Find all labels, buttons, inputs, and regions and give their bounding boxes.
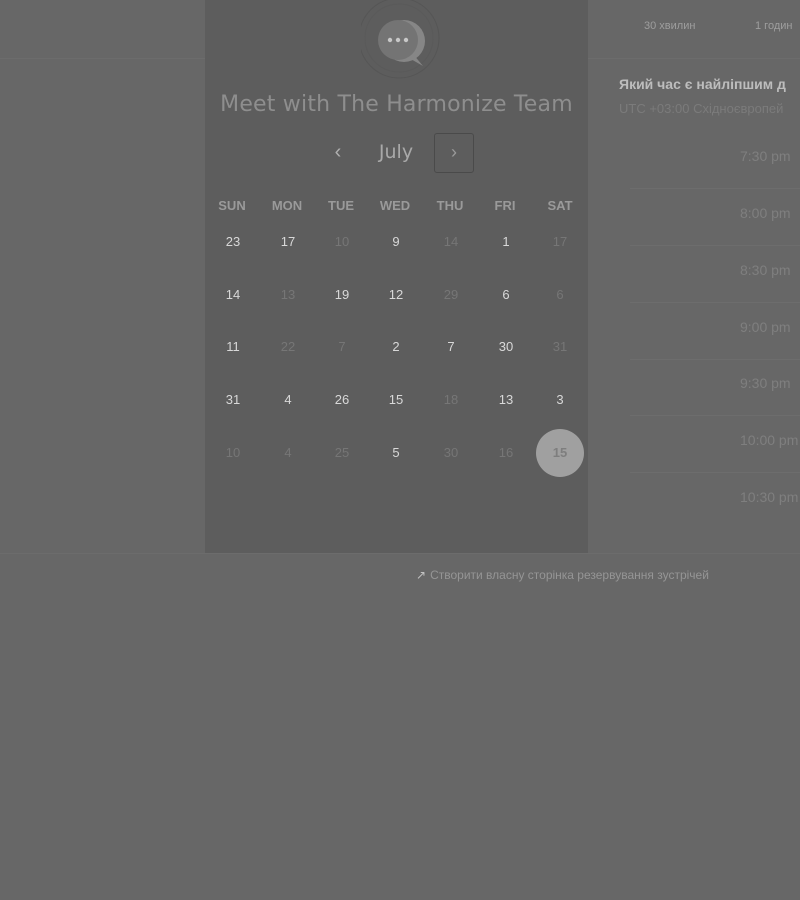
calendar-day[interactable]: 26: [322, 390, 362, 410]
calendar-day[interactable]: 15: [376, 390, 416, 410]
calendar-day[interactable]: 10: [213, 443, 253, 463]
create-booking-page-text: Створити власну сторінка резервування зу…: [430, 568, 709, 582]
page-title: Meet with The Harmonize Team: [220, 92, 573, 117]
slot-divider: [630, 188, 800, 189]
slot-divider: [630, 472, 800, 473]
slot-divider: [630, 415, 800, 416]
weekday-label: WED: [379, 198, 411, 213]
weekday-label: TUE: [328, 198, 354, 213]
weekday-label: FRI: [494, 198, 516, 213]
chat-bubble-icon: [361, 0, 443, 82]
next-month-button[interactable]: ›: [434, 133, 474, 173]
calendar-day[interactable]: 6: [540, 285, 580, 305]
calendar-day[interactable]: 11: [213, 337, 253, 357]
weekday-label: SUN: [218, 198, 246, 213]
calendar-day[interactable]: 7: [322, 337, 362, 357]
time-slot[interactable]: 10:30 pm: [740, 489, 798, 505]
slot-divider: [630, 302, 800, 303]
calendar-day[interactable]: 4: [268, 390, 308, 410]
previous-month-button[interactable]: ‹: [325, 140, 351, 166]
calendar-day[interactable]: 13: [268, 285, 308, 305]
time-slot[interactable]: 8:30 pm: [740, 262, 791, 278]
sparkle-icon: ↗: [416, 568, 427, 582]
calendar-day[interactable]: 30: [486, 337, 526, 357]
calendar-day[interactable]: 6: [486, 285, 526, 305]
calendar-day[interactable]: 4: [268, 443, 308, 463]
page: Meet with The Harmonize Team ‹ July › SU…: [0, 0, 800, 900]
calendar-day[interactable]: 17: [268, 232, 308, 252]
calendar-day[interactable]: 18: [431, 390, 471, 410]
calendar-day[interactable]: 25: [322, 443, 362, 463]
calendar-day[interactable]: 17: [540, 232, 580, 252]
month-label: July: [378, 141, 414, 163]
calendar-day[interactable]: 22: [268, 337, 308, 357]
calendar-day[interactable]: 1: [486, 232, 526, 252]
divider: [0, 553, 800, 554]
calendar-day[interactable]: 14: [213, 285, 253, 305]
calendar-day[interactable]: 10: [322, 232, 362, 252]
calendar-day[interactable]: 13: [486, 390, 526, 410]
calendar-day[interactable]: 2: [376, 337, 416, 357]
calendar-day[interactable]: 3: [540, 390, 580, 410]
calendar-day[interactable]: 23: [213, 232, 253, 252]
slot-divider: [630, 245, 800, 246]
calendar-day[interactable]: 12: [376, 285, 416, 305]
time-slot[interactable]: 9:30 pm: [740, 375, 791, 391]
calendar-card: Meet with The Harmonize Team ‹ July › SU…: [205, 0, 588, 553]
time-slot[interactable]: 8:00 pm: [740, 205, 791, 221]
chevron-right-icon: ›: [451, 142, 457, 162]
time-slot[interactable]: 10:00 pm: [740, 432, 798, 448]
weekday-label: SAT: [547, 198, 573, 213]
create-booking-page-link[interactable]: ↗ Створити власну сторінка резервування з…: [416, 568, 709, 582]
calendar-day[interactable]: 16: [486, 443, 526, 463]
chevron-left-icon: ‹: [334, 141, 342, 163]
calendar-day[interactable]: 31: [213, 390, 253, 410]
calendar-day[interactable]: 19: [322, 285, 362, 305]
duration-option[interactable]: 1 годин: [755, 20, 792, 32]
calendar-day[interactable]: 31: [540, 337, 580, 357]
timezone-label[interactable]: UTC +03:00 Східноєвропей: [619, 101, 783, 116]
calendar-day[interactable]: 14: [431, 232, 471, 252]
calendar-day[interactable]: 30: [431, 443, 471, 463]
month-navigation: ‹ July ›: [205, 132, 588, 174]
weekday-label: THU: [436, 198, 464, 213]
calendar-day[interactable]: 7: [431, 337, 471, 357]
time-slot[interactable]: 7:30 pm: [740, 148, 791, 164]
calendar-day[interactable]: 9: [376, 232, 416, 252]
calendar-day[interactable]: 5: [376, 443, 416, 463]
weekday-label: MON: [271, 198, 303, 213]
duration-option[interactable]: 30 хвилин: [644, 20, 695, 32]
calendar-day-selected[interactable]: 15: [536, 429, 584, 477]
time-question: Який час є найліпшим д: [619, 76, 786, 92]
calendar-day[interactable]: 29: [431, 285, 471, 305]
slot-divider: [630, 359, 800, 360]
time-slot[interactable]: 9:00 pm: [740, 319, 791, 335]
